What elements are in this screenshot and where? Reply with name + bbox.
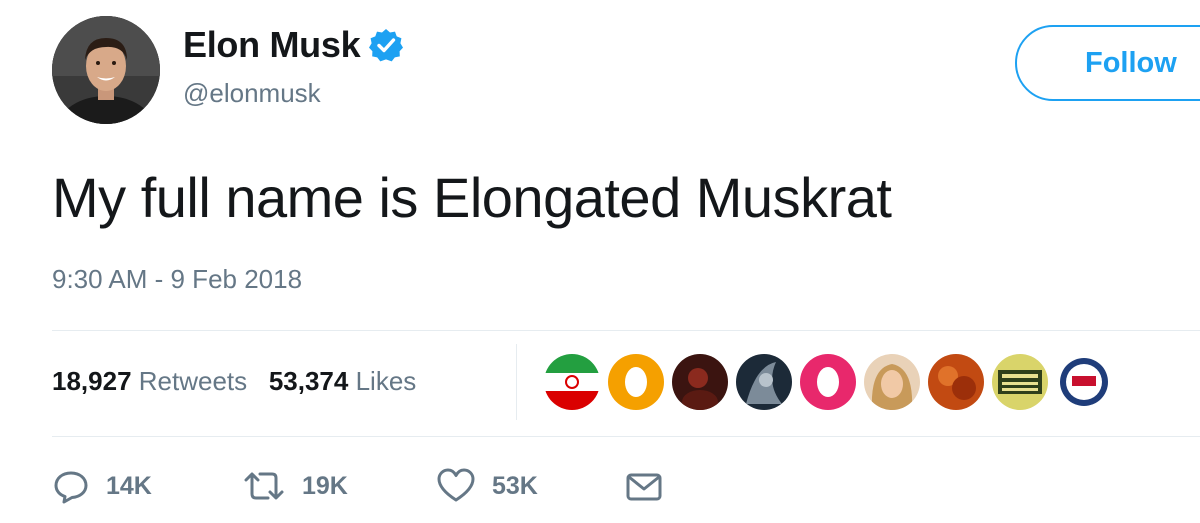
like-count: 53K [492,471,538,500]
divider [52,436,1200,437]
reply-count: 14K [106,471,152,500]
dm-button[interactable] [624,462,664,510]
verified-badge-icon [369,28,404,62]
liker-avatar[interactable] [670,352,730,412]
liker-avatar[interactable] [798,352,858,412]
display-name-text: Elon Musk [183,24,361,65]
retweets-label: Retweets [138,366,248,396]
display-name[interactable]: Elon Musk [183,24,404,65]
tweet-card: Elon Musk @elonmusk Follow My full name … [0,0,1200,523]
avatar[interactable] [52,16,160,124]
retweet-button[interactable]: 19K [242,462,348,510]
liker-avatar[interactable] [606,352,666,412]
liker-avatar[interactable] [542,352,602,412]
liker-avatar[interactable] [990,352,1050,412]
follow-button[interactable]: Follow [1015,25,1200,101]
tweet-stats: 18,927 Retweets 53,374 Likes [52,364,416,398]
retweet-count: 19K [302,471,348,500]
reply-button[interactable]: 14K [52,462,152,510]
liker-avatar[interactable] [1054,352,1114,412]
liker-avatar[interactable] [734,352,794,412]
tweet-text: My full name is Elongated Muskrat [52,166,892,229]
dm-icon [624,467,664,505]
reply-icon [52,467,90,505]
retweets-count: 18,927 [52,366,132,396]
retweets-stat[interactable]: 18,927 Retweets [52,366,247,396]
user-handle[interactable]: @elonmusk [183,78,321,108]
like-button[interactable]: 53K [436,462,538,510]
retweet-icon [242,467,286,505]
liker-avatar[interactable] [926,352,986,412]
like-icon [436,467,476,505]
tweet-timestamp[interactable]: 9:30 AM - 9 Feb 2018 [52,262,302,296]
likes-count: 53,374 [268,366,349,396]
divider [52,330,1200,331]
liker-avatar[interactable] [862,352,922,412]
stats-separator [516,344,517,420]
likes-stat[interactable]: 53,374 Likes [269,366,416,396]
likes-label: Likes [355,366,417,396]
